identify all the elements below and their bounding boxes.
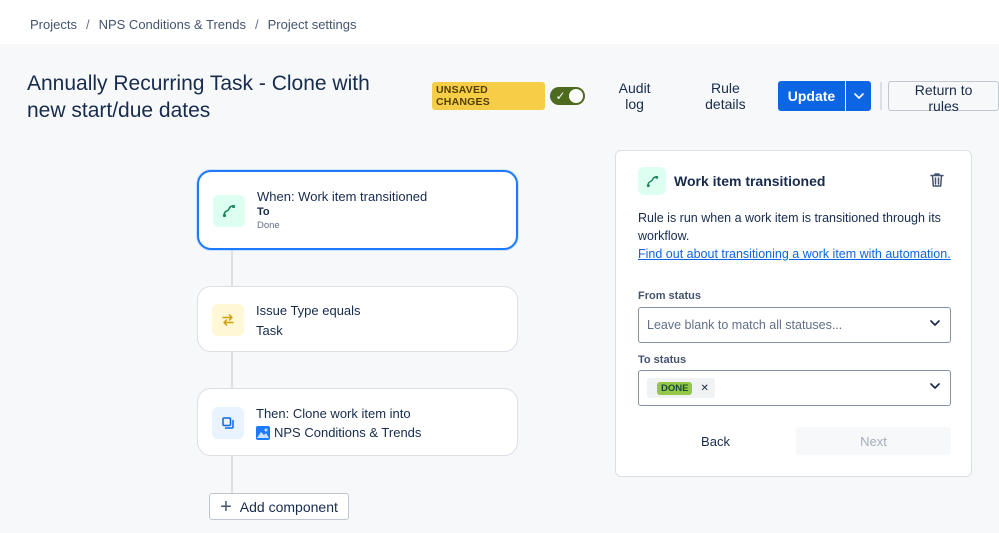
breadcrumb-projects[interactable]: Projects [30,17,77,32]
add-component-label: Add component [239,498,338,515]
top-bar: Projects / NPS Conditions & Trends / Pro… [0,0,999,44]
add-component-button[interactable]: + Add component [209,493,349,520]
action-project: NPS Conditions & Trends [256,424,421,442]
swap-arrows-icon [212,304,244,336]
chevron-down-icon [853,93,864,99]
panel-title: Work item transitioned [674,173,826,189]
trigger-sub-label: To [257,206,270,218]
trigger-sub-value: Done [257,220,280,231]
clone-icon [212,407,244,439]
panel-description-text: Rule is run when a work item is transiti… [638,211,941,243]
chevron-down-icon [930,320,940,326]
divider [880,82,883,110]
breadcrumb-project[interactable]: NPS Conditions & Trends [99,17,246,32]
panel-header: Work item transitioned [638,167,825,195]
transition-icon [213,195,245,227]
status-tag-done: DONE ✕ [647,378,715,398]
rule-enabled-toggle[interactable]: ✓ [550,87,586,105]
flow-connector [231,455,233,493]
plus-icon: + [220,495,232,518]
page-title: Annually Recurring Task - Clone with new… [27,72,370,122]
next-button[interactable]: Next [796,427,951,455]
update-button[interactable]: Update [777,81,846,111]
breadcrumb-separator: / [255,17,259,32]
toggle-knob [569,89,584,103]
flow-connector [231,249,233,287]
from-status-placeholder: Leave blank to match all statuses... [647,318,843,332]
rule-details-button[interactable]: Rule details [690,80,761,112]
breadcrumb-separator: / [85,17,90,32]
flow-connector [231,351,233,389]
audit-log-button[interactable]: Audit log [608,80,661,112]
action-project-name: NPS Conditions & Trends [274,425,422,440]
to-status-label: To status [638,354,687,366]
update-split-button: Update [777,81,872,111]
trigger-card[interactable]: When: Work item transitioned To Done [197,170,518,250]
panel-description: Rule is run when a work item is transiti… [638,209,958,263]
action-text: Then: Clone work item into NPS Condition… [256,405,421,442]
action-title: Then: Clone work item into [256,406,411,421]
trigger-title: When: Work item transitioned [257,189,428,204]
help-link[interactable]: Find out about transitioning a work item… [638,245,958,263]
project-avatar-icon [256,426,270,440]
update-dropdown-button[interactable] [845,81,872,111]
check-icon: ✓ [555,89,566,103]
back-button[interactable]: Back [682,427,749,455]
action-card[interactable]: Then: Clone work item into NPS Condition… [197,388,518,456]
transition-icon [638,167,666,195]
condition-text: Issue Type equals Task [256,302,361,339]
from-status-select[interactable]: Leave blank to match all statuses... [638,307,951,343]
condition-card[interactable]: Issue Type equals Task [197,286,518,352]
status-lozenge-done: DONE [657,381,693,395]
component-config-panel: Work item transitioned Rule is run when … [615,150,972,477]
breadcrumb-project-settings[interactable]: Project settings [268,17,357,32]
from-status-label: From status [638,290,701,302]
unsaved-changes-badge: UNSAVED CHANGES [432,82,546,110]
condition-title: Issue Type equals [256,303,361,318]
condition-value: Task [256,323,283,338]
trash-icon[interactable] [930,172,944,193]
breadcrumb: Projects / NPS Conditions & Trends / Pro… [30,17,357,32]
to-status-select[interactable]: DONE ✕ [638,370,951,406]
trigger-text: When: Work item transitioned To Done [257,188,427,233]
remove-tag-icon[interactable]: ✕ [700,383,708,394]
header-actions: UNSAVED CHANGES ✓ Audit log Rule details… [432,80,999,114]
return-to-rules-button[interactable]: Return to rules [888,81,999,114]
chevron-down-icon [930,383,940,389]
